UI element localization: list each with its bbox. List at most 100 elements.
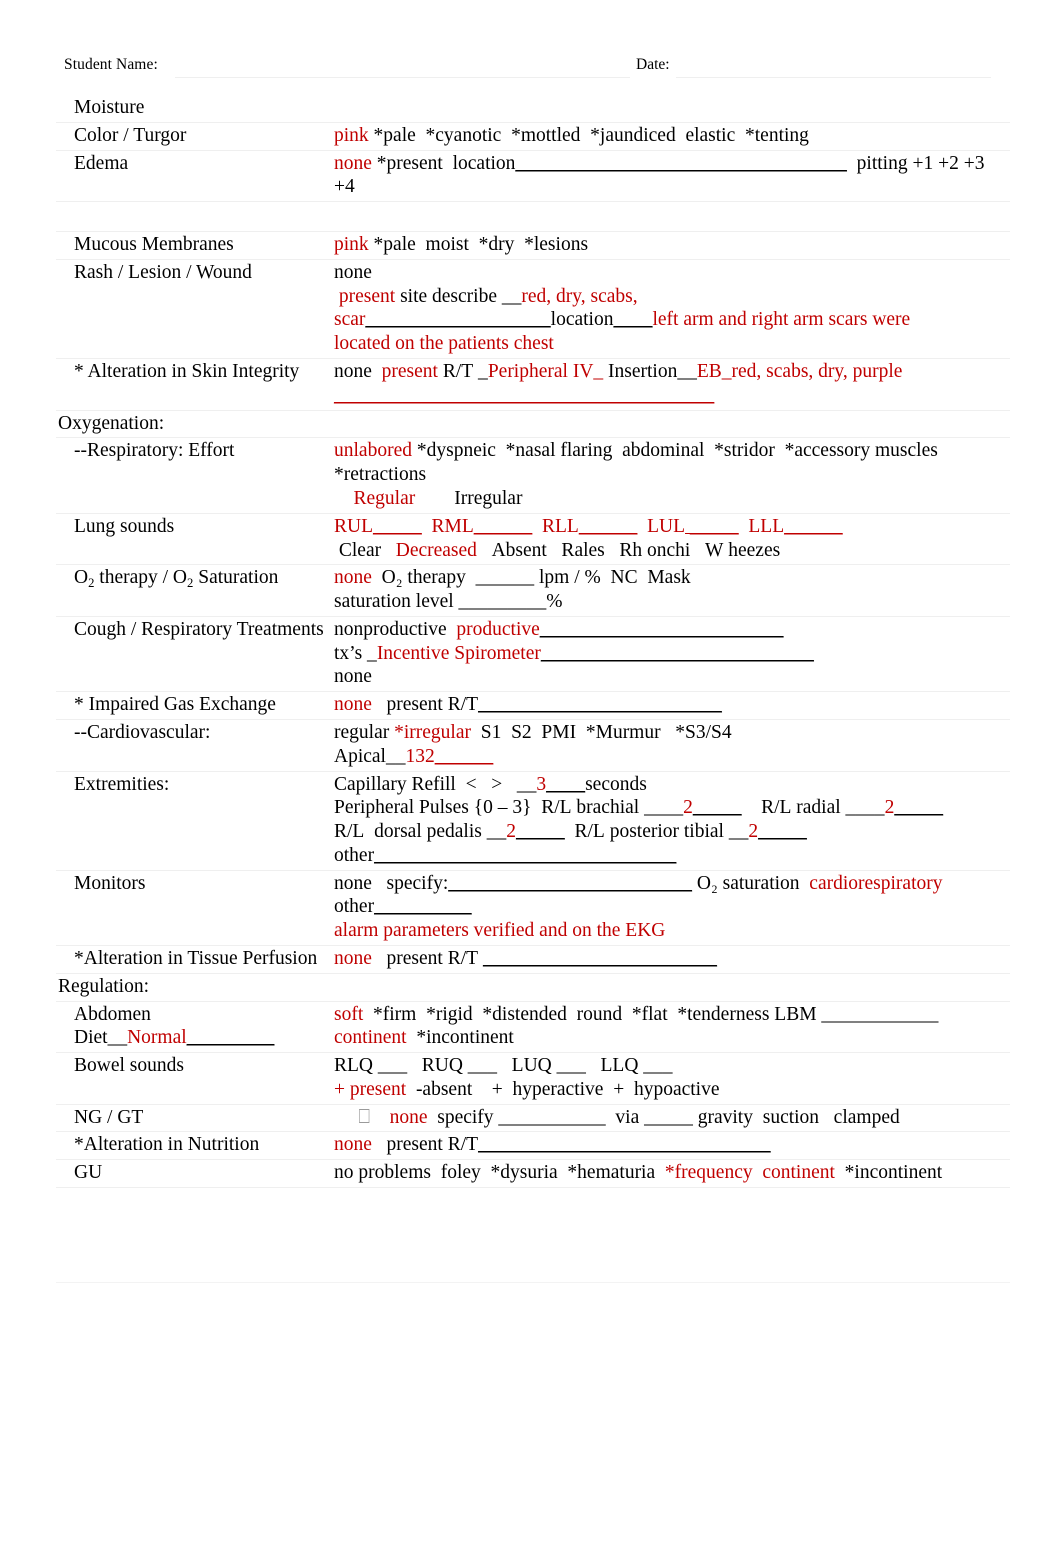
value-line: other__________ bbox=[334, 895, 1010, 919]
fill-rule: ______ bbox=[473, 515, 533, 537]
value-line: present site describe __red, dry, scabs, bbox=[334, 285, 1010, 309]
text-run: Capillary Refill < > __ bbox=[334, 773, 537, 795]
text-run: RUL bbox=[334, 515, 373, 537]
text-run: 2 bbox=[884, 797, 895, 819]
text-run: +4 bbox=[334, 176, 355, 198]
value-line: none present R/T _______________________… bbox=[334, 947, 1010, 971]
fill-rule: ______ bbox=[784, 515, 843, 537]
fill-rule: ____________________________ bbox=[540, 642, 814, 664]
text-run: O₂ therapy ______ lpm / % NC Mask bbox=[371, 567, 691, 589]
text-run: + present bbox=[334, 1078, 407, 1100]
text-run: soft bbox=[334, 1003, 364, 1025]
text-run: cardiorespiratory bbox=[809, 872, 943, 894]
text-run: present bbox=[334, 285, 396, 307]
fill-rule: _______________________________ bbox=[374, 844, 677, 866]
value-line: alarm parameters verified and on the EKG bbox=[334, 919, 1010, 943]
text-run: saturation level _________% bbox=[334, 591, 563, 613]
section-header-regulation-section: Regulation: bbox=[56, 973, 1010, 1002]
text-run: *incontinent bbox=[406, 1027, 514, 1049]
text-run: *frequency continent bbox=[664, 1162, 835, 1184]
text-run: Regular bbox=[334, 487, 416, 509]
row-value-o2-therapy-saturation: none O₂ therapy ______ lpm / % NC Mask sa… bbox=[334, 564, 1010, 617]
value-line: none bbox=[334, 261, 1010, 285]
fill-rule: _________________________ bbox=[478, 694, 722, 716]
row-label-color-turgor: Color / Turgor bbox=[56, 122, 334, 151]
fill-rule: ______ bbox=[434, 745, 494, 767]
value-line: no problems foley *dysuria *hematuria *f… bbox=[334, 1161, 1010, 1185]
row-value-ng-gt: ⎕ none specify ___________ via _____ gra… bbox=[334, 1104, 1010, 1133]
date-rule bbox=[676, 77, 991, 78]
row-label-secondary: Diet__Normal_________ bbox=[74, 1026, 334, 1050]
table-row: GU no problems foley *dysuria *hematuria … bbox=[56, 1159, 1010, 1189]
table-row: Color / Turgor pink *pale *cyanotic *mott… bbox=[56, 122, 1010, 151]
row-label-ng-gt: NG / GT bbox=[56, 1104, 334, 1133]
row-label-text: Cough / Respiratory Treatments bbox=[74, 618, 324, 640]
text-run: located on the patients chest bbox=[334, 333, 554, 355]
text-run: none bbox=[334, 666, 372, 688]
text-run: 2 bbox=[683, 797, 693, 819]
value-line: Clear Decreased Absent Rales Rh onchi W … bbox=[334, 539, 1010, 563]
text-run: other bbox=[334, 844, 375, 866]
text-run: RML bbox=[421, 515, 474, 537]
row-label-text: * Impaired Gas Exchange bbox=[74, 694, 276, 716]
value-line: saturation level _________% bbox=[334, 590, 1010, 614]
row-value-abdomen: soft *firm *rigid *distended round *flat… bbox=[334, 1001, 1010, 1054]
text-run: location bbox=[550, 309, 614, 331]
text-run: seconds bbox=[585, 773, 647, 795]
value-line: none specify:_________________________ O… bbox=[334, 872, 1010, 896]
row-label-monitors: Monitors bbox=[56, 870, 334, 947]
row-label-bowel-sounds: Bowel sounds bbox=[56, 1052, 334, 1105]
row-label-text: --Cardiovascular: bbox=[74, 721, 211, 743]
fill-rule: _____ bbox=[515, 821, 565, 843]
text-run: *retractions bbox=[334, 464, 427, 486]
text-run: nonproductive bbox=[334, 618, 457, 640]
text-run: *dyspneic *nasal flaring abdominal *stri… bbox=[411, 440, 938, 462]
text-run: 2 bbox=[506, 821, 516, 843]
fill-rule: _____ bbox=[692, 797, 742, 819]
table-row: Cough / Respiratory Treatments nonproduct… bbox=[56, 616, 1010, 693]
text-run: none bbox=[334, 694, 372, 716]
row-label-edema: Edema bbox=[56, 150, 334, 203]
text-run: pink bbox=[334, 234, 369, 256]
value-line: none *present location__________________… bbox=[334, 152, 1010, 176]
date-label: Date: bbox=[636, 56, 670, 73]
text-run: site describe __ bbox=[395, 285, 522, 307]
value-line: ⎕ none specify ___________ via _____ gra… bbox=[334, 1106, 1010, 1130]
fill-rule: ____ bbox=[546, 773, 586, 795]
text-run: pitting +1 +2 +3 bbox=[846, 152, 985, 174]
row-label-text: Color / Turgor bbox=[74, 124, 187, 146]
text-run: 3 bbox=[536, 773, 547, 795]
row-label-mucous-membranes: Mucous Membranes bbox=[56, 231, 334, 260]
fill-rule: _____ bbox=[685, 515, 739, 537]
row-label-text: * Alteration in Skin Integrity bbox=[74, 361, 300, 383]
table-row: Regulation: bbox=[56, 973, 1010, 1002]
text-run: none bbox=[389, 1106, 428, 1128]
text-run: productive bbox=[456, 618, 540, 640]
text-run: Absent Rales Rh onchi W heezes bbox=[476, 539, 781, 561]
value-line: continent *incontinent bbox=[334, 1026, 1010, 1050]
row-label-text: Edema bbox=[74, 152, 129, 174]
fill-rule: ________________________ bbox=[482, 948, 717, 969]
text-run: Incentive Spirometer bbox=[376, 642, 541, 664]
text-run: none bbox=[334, 1134, 372, 1156]
text-run: left arm and right arm scars were bbox=[652, 309, 911, 331]
fill-rule: _____ bbox=[894, 797, 944, 819]
text-run: present bbox=[381, 361, 438, 383]
fill-rule: __________________________________ bbox=[515, 152, 847, 174]
section-header-oxygenation-section: Oxygenation: bbox=[56, 410, 1010, 439]
row-value-alteration-skin-integrity: none present R/T _Peripheral IV_ Inserti… bbox=[334, 358, 1010, 411]
fill-rule: ______________________________ bbox=[478, 1134, 771, 1156]
text-run: pink bbox=[334, 124, 369, 146]
value-line: pink *pale *cyanotic *mottled *jaundiced… bbox=[334, 124, 1010, 148]
text-run: present R/T bbox=[371, 948, 483, 969]
student-name-rule bbox=[175, 77, 630, 78]
fill-rule: _____ bbox=[373, 515, 422, 537]
row-value-cough-respiratory-treatments: nonproductive productive________________… bbox=[334, 616, 1010, 693]
row-label-o2-therapy-saturation: O2 therapy / O2 Saturation bbox=[56, 564, 334, 617]
row-label-text: Extremities: bbox=[74, 773, 170, 795]
text-run: O₂ saturation bbox=[692, 872, 810, 894]
value-line: Regular Irregular bbox=[334, 487, 1010, 511]
value-line: none bbox=[334, 665, 1010, 689]
text-run: specify ___________ via _____ gravity su… bbox=[427, 1106, 900, 1128]
text-run: RLQ ___ RUQ ___ LUQ ___ LLQ ___ bbox=[334, 1055, 673, 1077]
